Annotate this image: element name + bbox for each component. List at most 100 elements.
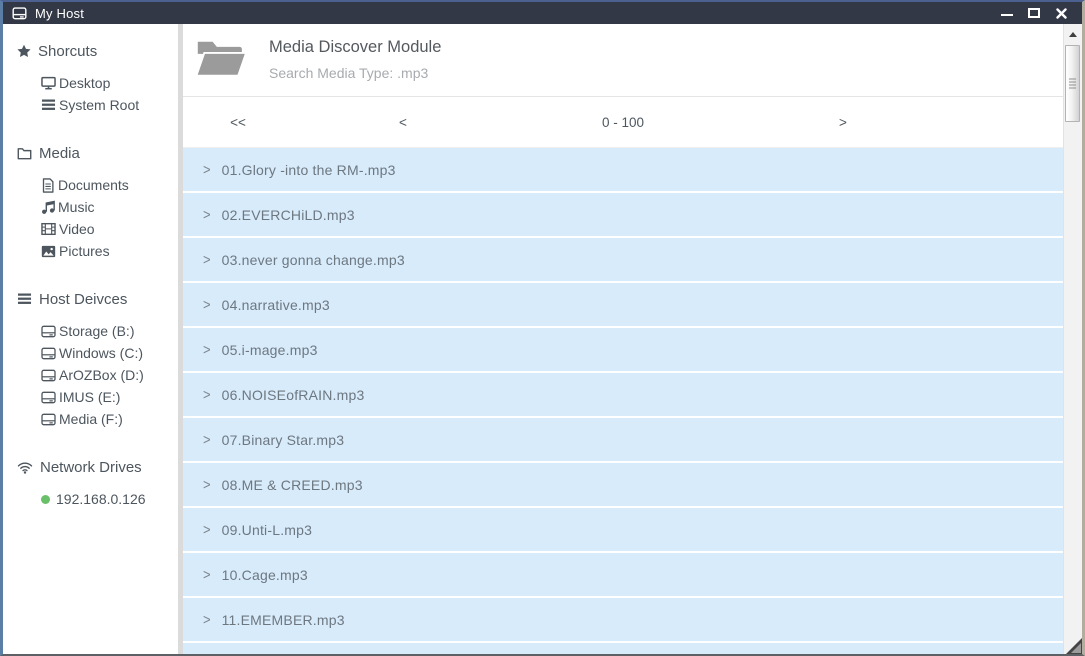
sidebar-item-documents[interactable]: Documents [41,174,172,196]
sidebar-item-label: IMUS (E:) [59,389,120,405]
pagination-first-button[interactable]: << [183,115,293,130]
window-title: My Host [35,6,84,21]
chevron-right-icon: > [203,431,211,448]
file-row[interactable]: > 01.Glory -into the RM-.mp3 [183,148,1063,191]
music-icon [41,200,55,215]
chevron-right-icon: > [203,521,211,538]
file-name: 07.Binary Star.mp3 [222,432,345,448]
sidebar-item-media-f[interactable]: Media (F:) [41,408,172,430]
sidebar-item-imus-e[interactable]: IMUS (E:) [41,386,172,408]
wifi-icon [17,461,33,474]
window-controls [1000,6,1068,20]
sidebar-section-host-devices: Host Deivces Storage (B:) [17,288,172,430]
sidebar-item-music[interactable]: Music [41,196,172,218]
sidebar-item-label: Documents [58,177,129,193]
file-row[interactable]: > 04.narrative.mp3 [183,283,1063,326]
sidebar-item-desktop[interactable]: Desktop [41,72,172,94]
app-window: My Host Shorcuts [0,0,1085,656]
pagination-bar: << < 0 - 100 > [183,97,1063,148]
scrollbar[interactable] [1063,24,1082,654]
sidebar-item-label: Pictures [59,243,110,259]
file-row[interactable]: > 09.Unti-L.mp3 [183,508,1063,551]
sidebar-item-label: Windows (C:) [59,345,143,361]
scrollbar-grip-icon [1069,78,1076,89]
sidebar-item-label: ArOZBox (D:) [59,367,144,383]
drive-icon [41,347,56,360]
chevron-right-icon: > [203,251,211,268]
triangle-up-icon [1069,32,1077,37]
sidebar-item-label: Media (F:) [59,411,123,427]
chevron-right-icon: > [203,341,211,358]
scrollbar-thumb[interactable] [1065,45,1080,122]
module-subtitle: Search Media Type: .mp3 [269,64,441,82]
sidebar-item-label: 192.168.0.126 [56,491,146,507]
file-name: 03.never gonna change.mp3 [222,252,405,268]
chevron-right-icon: > [203,206,211,223]
file-row[interactable]: > 05.i-mage.mp3 [183,328,1063,371]
scroll-up-button[interactable] [1064,24,1082,44]
sidebar-item-label: Video [59,221,95,237]
status-dot [41,495,50,504]
sidebar-item-storage-b[interactable]: Storage (B:) [41,320,172,342]
drive-icon [41,325,56,338]
star-icon [17,44,31,58]
sidebar: Shorcuts Desktop [3,24,178,654]
file-row-partial[interactable] [183,643,1063,654]
chevron-right-icon: > [203,566,211,583]
sidebar-item-system-root[interactable]: System Root [41,94,172,116]
file-list: > 01.Glory -into the RM-.mp3 > 02.EVERCH… [183,148,1063,654]
pagination-prev-button[interactable]: < [293,115,513,130]
file-row[interactable]: > 08.ME & CREED.mp3 [183,463,1063,506]
title-bar[interactable]: My Host [3,2,1082,24]
section-label: Host Deivces [39,291,127,308]
file-name: 10.Cage.mp3 [222,567,308,583]
file-name: 09.Unti-L.mp3 [222,522,313,538]
close-icon[interactable] [1054,6,1068,20]
file-name: 05.i-mage.mp3 [222,342,318,358]
file-name: 01.Glory -into the RM-.mp3 [222,162,396,178]
file-row[interactable]: > 11.EMEMBER.mp3 [183,598,1063,641]
chevron-right-icon: > [203,476,211,493]
sidebar-item-arozbox-d[interactable]: ArOZBox (D:) [41,364,172,386]
pagination-next-button[interactable]: > [733,115,953,130]
drive-icon [41,369,56,382]
file-name: 06.NOISEofRAIN.mp3 [222,387,365,403]
maximize-icon[interactable] [1027,6,1041,20]
file-row[interactable]: > 06.NOISEofRAIN.mp3 [183,373,1063,416]
chevron-right-icon: > [203,386,211,403]
sidebar-item-video[interactable]: Video [41,218,172,240]
monitor-icon [41,76,56,90]
picture-icon [41,245,56,258]
file-row[interactable]: > 03.never gonna change.mp3 [183,238,1063,281]
sidebar-section-shortcuts: Shorcuts Desktop [17,40,172,116]
main-panel: Media Discover Module Search Media Type:… [183,24,1063,654]
chevron-right-icon: > [203,161,211,178]
file-name: 04.narrative.mp3 [222,297,330,313]
sidebar-section-network-drives: Network Drives 192.168.0.126 [17,456,172,510]
resize-grip-inner-icon [1071,643,1081,653]
sidebar-item-label: Music [58,199,95,215]
sidebar-item-network-192-168-0-126[interactable]: 192.168.0.126 [41,488,172,510]
file-row[interactable]: > 10.Cage.mp3 [183,553,1063,596]
document-icon [41,178,55,193]
section-label: Shorcuts [38,43,97,60]
file-row[interactable]: > 07.Binary Star.mp3 [183,418,1063,461]
drive-icon [12,7,27,20]
sidebar-item-label: Desktop [59,75,110,91]
open-folder-icon [195,37,247,79]
stack-icon [17,292,32,306]
module-header: Media Discover Module Search Media Type:… [183,24,1063,97]
chevron-right-icon: > [203,611,211,628]
sidebar-item-label: System Root [59,97,139,113]
section-label: Network Drives [40,459,142,476]
stack-icon [41,98,56,112]
sidebar-item-windows-c[interactable]: Windows (C:) [41,342,172,364]
film-icon [41,222,56,236]
minimize-icon[interactable] [1000,6,1014,20]
sidebar-item-pictures[interactable]: Pictures [41,240,172,262]
file-row[interactable]: > 02.EVERCHiLD.mp3 [183,193,1063,236]
file-name: 08.ME & CREED.mp3 [222,477,363,493]
folder-icon [17,147,32,160]
chevron-right-icon: > [203,296,211,313]
module-title: Media Discover Module [269,37,441,58]
